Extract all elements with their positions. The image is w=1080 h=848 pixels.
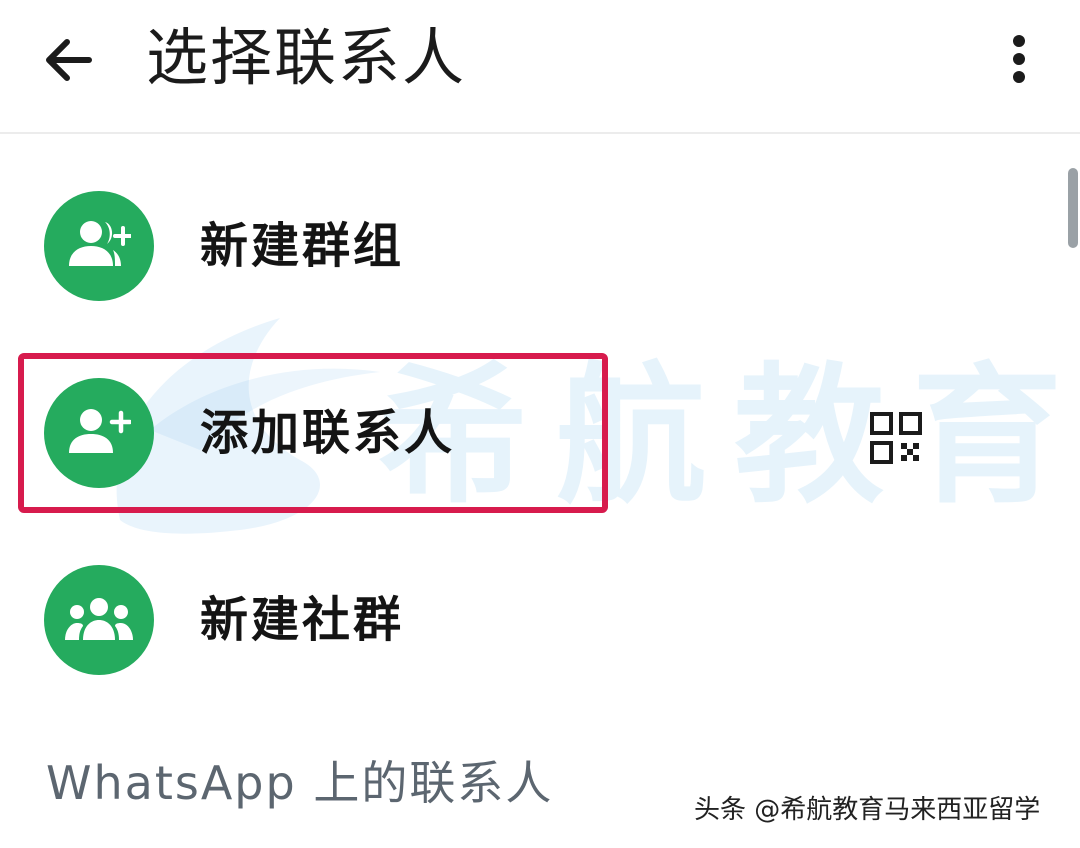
add-contact-label: 添加联系人 (200, 405, 456, 461)
new-group-avatar (44, 191, 154, 301)
qr-code-icon (870, 412, 922, 464)
new-community-avatar (44, 565, 154, 675)
more-vertical-icon (1013, 35, 1025, 83)
new-community-item[interactable]: 新建社群 (0, 545, 1060, 695)
add-contact-avatar (44, 378, 154, 488)
person-add-icon (69, 409, 131, 453)
new-group-item[interactable]: 新建群组 (0, 171, 1060, 321)
new-group-label: 新建群组 (200, 218, 405, 274)
app-bar: 选择联系人 (0, 0, 1080, 134)
page-title: 选择联系人 (146, 21, 467, 94)
arrow-left-icon (46, 39, 92, 81)
community-icon (65, 598, 133, 640)
group-add-icon (69, 221, 131, 266)
contacts-section-header: WhatsApp 上的联系人 (46, 756, 554, 810)
new-community-label: 新建社群 (200, 592, 405, 648)
back-button[interactable] (30, 22, 106, 98)
qr-code-button[interactable] (868, 410, 924, 466)
add-contact-item[interactable]: 添加联系人 (0, 358, 1060, 508)
scrollbar-thumb[interactable] (1068, 168, 1078, 248)
select-contact-screen: 希航教育 选择联系人 新建群组 添加联系人 新建社群 WhatsApp 上的联系… (0, 0, 1080, 848)
more-options-button[interactable] (990, 26, 1048, 92)
credit-text: 头条 @希航教育马来西亚留学 (694, 795, 1041, 825)
